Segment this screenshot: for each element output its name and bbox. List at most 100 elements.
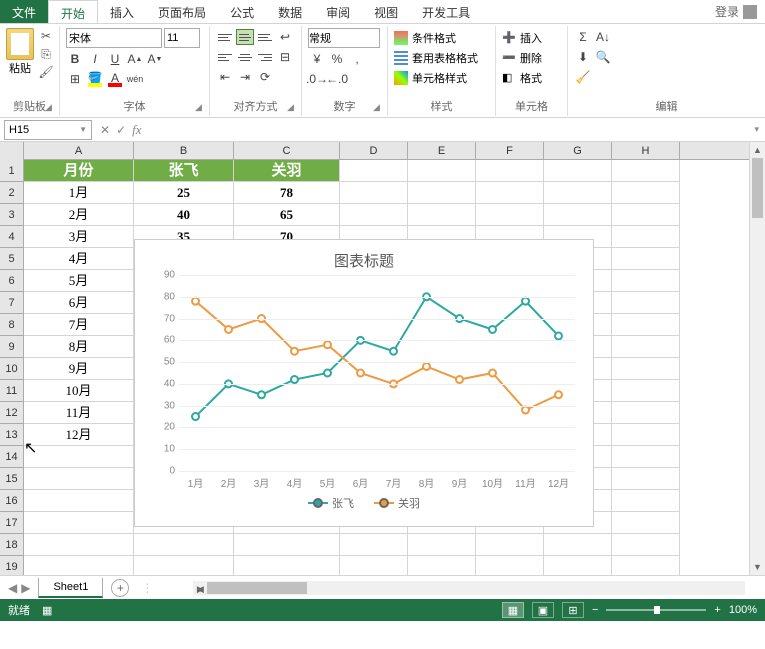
cell[interactable]: [612, 424, 680, 446]
zoom-level[interactable]: 100%: [729, 604, 757, 616]
horizontal-scrollbar[interactable]: ◀ ▶: [193, 581, 745, 595]
increase-indent-icon[interactable]: ⇥: [236, 68, 254, 86]
vscroll-thumb[interactable]: [752, 158, 763, 218]
cell[interactable]: [24, 446, 134, 468]
row-header-11[interactable]: 11: [0, 380, 23, 402]
scroll-up-icon[interactable]: ▲: [750, 142, 765, 158]
cell[interactable]: [612, 402, 680, 424]
cell[interactable]: [612, 182, 680, 204]
zoom-out-icon[interactable]: −: [592, 604, 598, 616]
autosum-icon[interactable]: Σ: [574, 28, 592, 46]
cell[interactable]: [134, 556, 234, 575]
align-bottom-icon[interactable]: [256, 29, 274, 45]
cell[interactable]: 40: [134, 204, 234, 226]
row-header-1[interactable]: 1: [0, 160, 23, 182]
clear-icon[interactable]: 🧹: [574, 68, 592, 86]
align-right-icon[interactable]: [256, 49, 274, 65]
col-header-E[interactable]: E: [408, 142, 476, 159]
sort-filter-icon[interactable]: A↓: [594, 28, 612, 46]
scroll-right-icon[interactable]: ▶: [193, 581, 207, 597]
cell[interactable]: [408, 160, 476, 182]
font-color-button[interactable]: A: [106, 70, 124, 88]
cell[interactable]: [340, 556, 408, 575]
cell[interactable]: [476, 160, 544, 182]
tab-nav-next-icon[interactable]: ▶: [21, 581, 30, 595]
cell[interactable]: [544, 556, 612, 575]
cell[interactable]: [612, 468, 680, 490]
tab-nav-prev-icon[interactable]: ◀: [8, 581, 17, 595]
row-header-13[interactable]: 13: [0, 424, 23, 446]
comma-icon[interactable]: ,: [348, 50, 366, 68]
sheet-tab[interactable]: Sheet1: [38, 578, 103, 598]
cell[interactable]: 6月: [24, 292, 134, 314]
cell[interactable]: [612, 314, 680, 336]
confirm-formula-icon[interactable]: ✓: [116, 123, 126, 137]
cell[interactable]: [24, 556, 134, 575]
font-launcher-icon[interactable]: ◢: [195, 102, 205, 112]
cell[interactable]: [544, 204, 612, 226]
cell[interactable]: [612, 446, 680, 468]
cell[interactable]: 3月: [24, 226, 134, 248]
number-format-select[interactable]: [308, 28, 380, 48]
cell[interactable]: [340, 160, 408, 182]
row-header-5[interactable]: 5: [0, 248, 23, 270]
page-break-view-icon[interactable]: ⊞: [562, 602, 584, 618]
tab-layout[interactable]: 页面布局: [146, 0, 218, 23]
cell[interactable]: [612, 336, 680, 358]
cell[interactable]: [612, 226, 680, 248]
tab-data[interactable]: 数据: [266, 0, 314, 23]
row-header-15[interactable]: 15: [0, 468, 23, 490]
currency-icon[interactable]: ¥: [308, 50, 326, 68]
clipboard-launcher-icon[interactable]: ◢: [45, 102, 55, 112]
normal-view-icon[interactable]: ▦: [502, 602, 524, 618]
row-header-14[interactable]: 14: [0, 446, 23, 468]
cell[interactable]: [612, 358, 680, 380]
tab-insert[interactable]: 插入: [98, 0, 146, 23]
cell[interactable]: 9月: [24, 358, 134, 380]
format-painter-icon[interactable]: 🖌: [38, 64, 54, 80]
row-header-10[interactable]: 10: [0, 358, 23, 380]
cell[interactable]: 7月: [24, 314, 134, 336]
cell[interactable]: [408, 182, 476, 204]
find-icon[interactable]: 🔍: [594, 48, 612, 66]
zoom-slider[interactable]: [606, 609, 706, 611]
row-header-3[interactable]: 3: [0, 204, 23, 226]
cell[interactable]: 65: [234, 204, 340, 226]
tab-file[interactable]: 文件: [0, 0, 48, 23]
align-center-icon[interactable]: [236, 49, 254, 65]
cell[interactable]: [340, 182, 408, 204]
cell[interactable]: [234, 534, 340, 556]
cell[interactable]: 78: [234, 182, 340, 204]
cell[interactable]: [612, 556, 680, 575]
font-size-select[interactable]: [164, 28, 200, 48]
decrease-decimal-icon[interactable]: ←.0: [328, 70, 346, 88]
fx-icon[interactable]: fx: [132, 122, 141, 138]
conditional-format-button[interactable]: 条件格式: [394, 28, 489, 48]
scroll-down-icon[interactable]: ▼: [750, 559, 765, 575]
cell[interactable]: [544, 534, 612, 556]
copy-icon[interactable]: ⎘: [38, 46, 54, 62]
row-header-4[interactable]: 4: [0, 226, 23, 248]
insert-cells-button[interactable]: ➕插入: [502, 28, 561, 48]
cell[interactable]: 8月: [24, 336, 134, 358]
cell[interactable]: 11月: [24, 402, 134, 424]
cell[interactable]: 4月: [24, 248, 134, 270]
add-sheet-button[interactable]: +: [111, 579, 129, 597]
fill-icon[interactable]: ⬇: [574, 48, 592, 66]
cell[interactable]: 1月: [24, 182, 134, 204]
row-header-6[interactable]: 6: [0, 270, 23, 292]
zoom-in-icon[interactable]: +: [714, 604, 720, 616]
col-header-A[interactable]: A: [24, 142, 134, 159]
cell[interactable]: [612, 512, 680, 534]
cell-styles-button[interactable]: 单元格样式: [394, 68, 489, 88]
col-header-F[interactable]: F: [476, 142, 544, 159]
cell[interactable]: [612, 160, 680, 182]
cell[interactable]: [612, 380, 680, 402]
macro-record-icon[interactable]: ▦: [42, 604, 52, 617]
cell[interactable]: [612, 270, 680, 292]
expand-formula-icon[interactable]: ▾: [748, 124, 765, 135]
row-header-18[interactable]: 18: [0, 534, 23, 556]
formula-bar[interactable]: [146, 120, 749, 140]
cell[interactable]: [340, 204, 408, 226]
cell[interactable]: [234, 556, 340, 575]
